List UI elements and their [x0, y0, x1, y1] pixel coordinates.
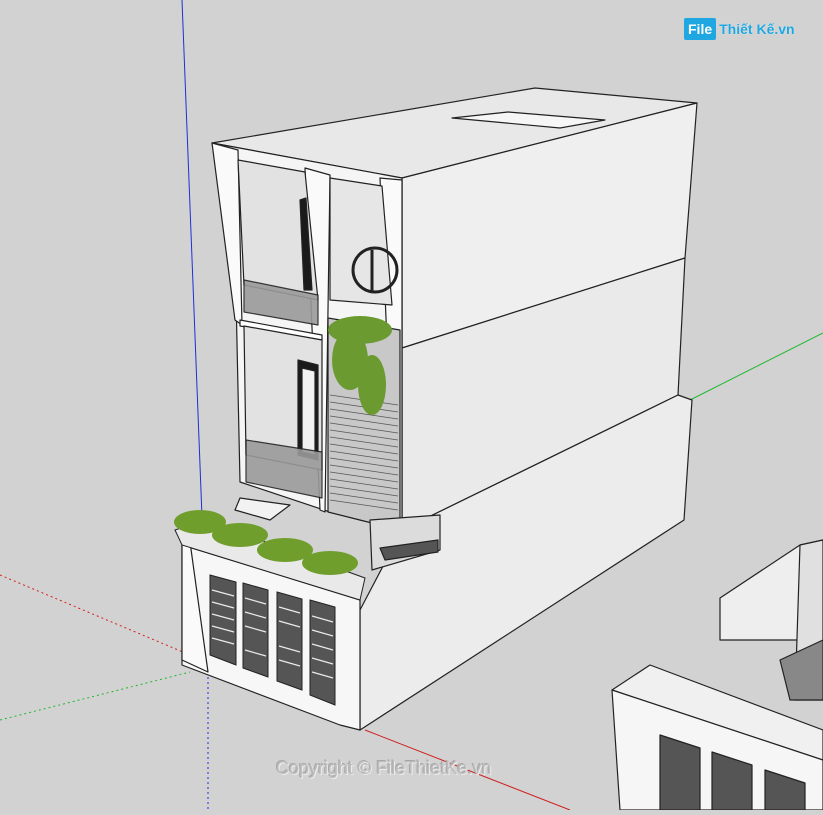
- watermark-logo: File Thiết Kế.vn: [684, 14, 796, 44]
- axis-red-dashed: [0, 574, 191, 656]
- logo-text: Thiết Kế.vn: [719, 21, 795, 37]
- logo-box: File: [684, 18, 717, 40]
- axis-green: [689, 332, 823, 401]
- copyright-watermark: Copyright © FileThietKe.vn: [276, 758, 492, 778]
- house-model-icon: [0, 0, 823, 811]
- axis-green-dashed: [0, 671, 191, 721]
- sketchup-viewport[interactable]: File Thiết Kế.vn Copyright © FileThietKe…: [0, 0, 823, 811]
